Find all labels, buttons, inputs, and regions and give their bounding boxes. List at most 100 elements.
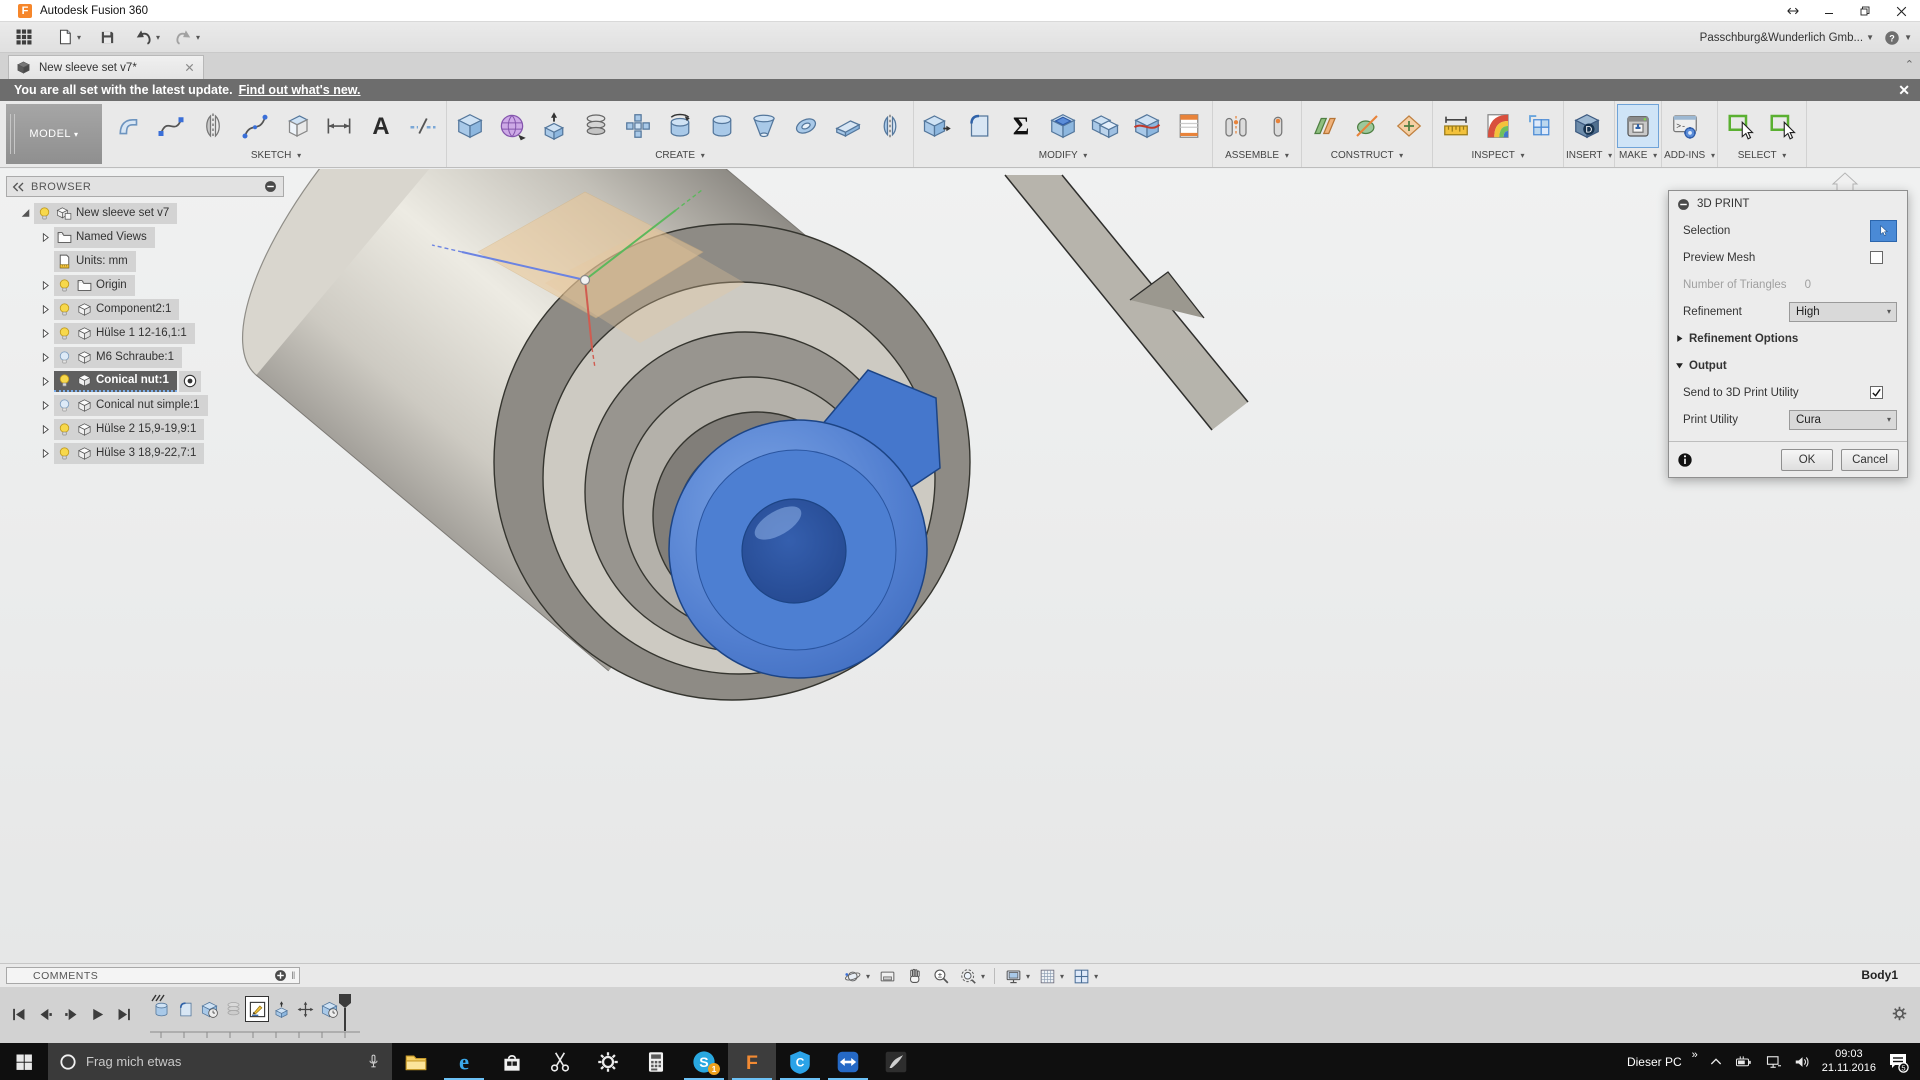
tool-press-pull-button[interactable] [916, 104, 958, 148]
tool-fillet-button[interactable] [958, 104, 1000, 148]
nav-look-at-button[interactable] [874, 965, 901, 987]
restore-button[interactable] [1854, 2, 1876, 20]
expander-closed-icon[interactable] [36, 423, 54, 436]
timeline-feature-clockcube[interactable] [198, 997, 220, 1021]
tool-select-button[interactable] [1762, 104, 1804, 148]
ribbon-group-label[interactable]: MODIFY ▾ [916, 150, 1210, 165]
nav-grid-display-button[interactable]: ▾ [1034, 965, 1068, 987]
tool-curvature-button[interactable] [1477, 104, 1519, 148]
tool-joint-button[interactable] [1215, 104, 1257, 148]
tool-spline-button[interactable] [150, 104, 192, 148]
timeline-step-forward-button[interactable] [60, 1001, 82, 1027]
action-center-icon[interactable]: 5 [1886, 1050, 1910, 1074]
tool-section-button[interactable] [1519, 104, 1561, 148]
timeline-feature-extrude[interactable] [270, 997, 292, 1021]
tool-dimension-button[interactable] [318, 104, 360, 148]
timeline-play-button[interactable] [86, 1001, 108, 1027]
collapse-toolbar-icon[interactable]: ⌃ [1905, 58, 1914, 71]
dialog-header[interactable]: 3D PRINT [1669, 191, 1907, 217]
tree-item-units-mm[interactable]: Units: mm [54, 251, 136, 272]
tool-split-button[interactable] [1126, 104, 1168, 148]
timeline-feature-cylinder[interactable] [150, 997, 172, 1021]
nav-fit-button[interactable]: ▾ [955, 965, 989, 987]
expander-closed-icon[interactable] [36, 375, 54, 388]
selection-target-icon[interactable] [179, 371, 201, 392]
tool-sweep-button[interactable] [827, 104, 869, 148]
timeline-feature-sketch[interactable] [246, 997, 268, 1021]
timeline-feature-coil[interactable] [222, 997, 244, 1021]
tool-coil-button[interactable] [575, 104, 617, 148]
selection-button[interactable] [1870, 220, 1897, 242]
ribbon-group-label[interactable]: CONSTRUCT ▾ [1304, 150, 1430, 165]
expander-closed-icon[interactable] [36, 303, 54, 316]
viewport-3d[interactable] [0, 169, 1920, 963]
taskbar-app-teamviewer[interactable] [824, 1043, 872, 1080]
tree-item-h-lse-1-12-16-1-1[interactable]: Hülse 1 12-16,1:1 [54, 323, 195, 344]
tool-mirror-body-button[interactable] [869, 104, 911, 148]
workspace-selector[interactable]: MODEL▾ [6, 104, 102, 164]
document-tab[interactable]: New sleeve set v7* [8, 55, 204, 79]
tool-form-button[interactable] [491, 104, 533, 148]
timeline-feature-move[interactable] [294, 997, 316, 1021]
undo-button[interactable]: ▾ [134, 28, 160, 47]
tree-item-h-lse-3-18-9-22-7-1[interactable]: Hülse 3 18,9-22,7:1 [54, 443, 204, 464]
ribbon-group-label[interactable]: INSPECT ▾ [1435, 150, 1561, 165]
tool-create-sketch-button[interactable] [108, 104, 150, 148]
nav-pan-button[interactable] [901, 965, 928, 987]
dialog-collapse-icon[interactable] [1677, 198, 1690, 211]
banner-close-icon[interactable]: ✕ [1898, 82, 1910, 99]
ok-button[interactable]: OK [1781, 449, 1833, 471]
minimize-button[interactable] [1818, 2, 1840, 20]
volume-icon[interactable] [1793, 1053, 1812, 1071]
tool-revolve-button[interactable] [659, 104, 701, 148]
tool-parameters-button[interactable]: Σ [1000, 104, 1042, 148]
tool-box-button[interactable] [449, 104, 491, 148]
tool-shell-button[interactable] [1042, 104, 1084, 148]
account-menu[interactable]: Passchburg&Wunderlich Gmb...▼ [1700, 22, 1874, 53]
app-grid-icon[interactable] [14, 27, 34, 47]
print-utility-dropdown[interactable]: Cura▾ [1789, 410, 1897, 430]
ribbon-group-label[interactable]: CREATE ▾ [449, 150, 911, 165]
tree-item-h-lse-2-15-9-19-9-1[interactable]: Hülse 2 15,9-19,9:1 [54, 419, 204, 440]
taskbar-app-fusion-360[interactable]: F [728, 1043, 776, 1080]
tree-item-m6-schraube-1[interactable]: M6 Schraube:1 [54, 347, 182, 368]
tool-mirror-button[interactable] [192, 104, 234, 148]
tree-item-conical-nut-simple-1[interactable]: Conical nut simple:1 [54, 395, 208, 416]
ribbon-group-label[interactable]: SELECT ▾ [1720, 150, 1804, 165]
ribbon-group-label[interactable]: ADD-INS ▾ [1664, 150, 1715, 165]
microphone-icon[interactable] [365, 1053, 382, 1070]
model-canvas[interactable] [0, 169, 1920, 963]
collapse-panel-icon[interactable] [11, 181, 27, 193]
expander-closed-icon[interactable] [36, 351, 54, 364]
tree-item-component2-1[interactable]: Component2:1 [54, 299, 179, 320]
expander-closed-icon[interactable] [36, 447, 54, 460]
banner-link[interactable]: Find out what's new. [239, 83, 361, 97]
tool-fit-curve-button[interactable] [234, 104, 276, 148]
comments-grip-icon[interactable]: ‖ [291, 970, 296, 982]
taskbar-app-cad-tool[interactable] [872, 1043, 920, 1080]
taskbar-app-edge[interactable]: e [440, 1043, 488, 1080]
taskbar-app-skype[interactable]: S1 [680, 1043, 728, 1080]
remove-panel-icon[interactable] [264, 180, 277, 193]
tool-pattern-button[interactable] [617, 104, 659, 148]
nav-zoom-button[interactable]: ± [928, 965, 955, 987]
tool-print-3d-button[interactable] [1617, 104, 1659, 148]
tree-item-named-views[interactable]: Named Views [54, 227, 155, 248]
refinement-options-section[interactable]: Refinement Options [1669, 325, 1907, 352]
taskbar-app-calculator[interactable] [632, 1043, 680, 1080]
taskbar-app-file-explorer[interactable] [392, 1043, 440, 1080]
expander-open-icon[interactable] [16, 207, 34, 220]
tool-material-button[interactable] [1168, 104, 1210, 148]
timeline-feature-clockcube[interactable] [318, 997, 340, 1021]
refinement-dropdown[interactable]: High▾ [1789, 302, 1897, 322]
tool-select-button[interactable] [1720, 104, 1762, 148]
ribbon-group-label[interactable]: INSERT ▾ [1566, 150, 1612, 165]
timeline-go-to-end-button[interactable] [112, 1001, 134, 1027]
cancel-button[interactable]: Cancel [1841, 449, 1899, 471]
add-comment-icon[interactable] [274, 969, 287, 982]
tree-item-conical-nut-1[interactable]: Conical nut:1 [54, 371, 177, 392]
taskbar-app-settings[interactable] [584, 1043, 632, 1080]
tray-overflow-chevron[interactable]: » [1692, 1049, 1698, 1061]
start-button[interactable] [0, 1043, 48, 1080]
resize-icon[interactable] [1782, 2, 1804, 20]
